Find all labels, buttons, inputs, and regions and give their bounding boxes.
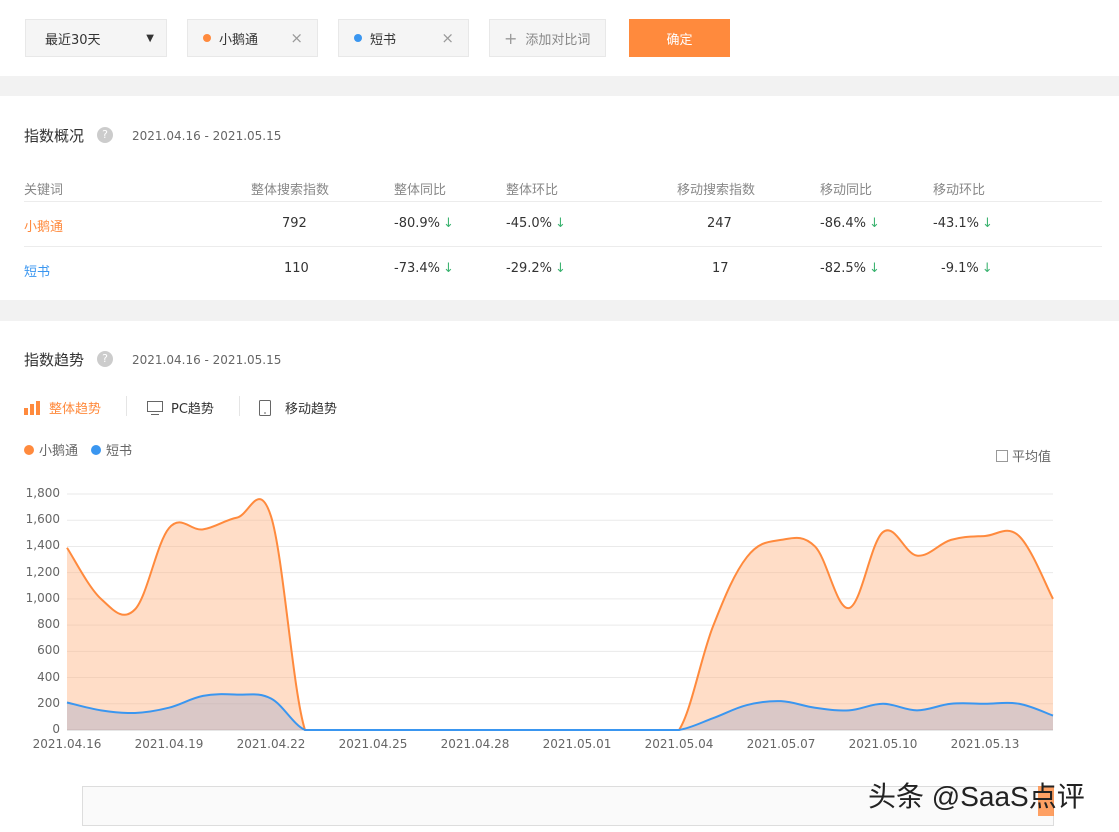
- watermark: 头条 @SaaS点评: [868, 781, 1085, 812]
- trend-chart: [66, 493, 1054, 731]
